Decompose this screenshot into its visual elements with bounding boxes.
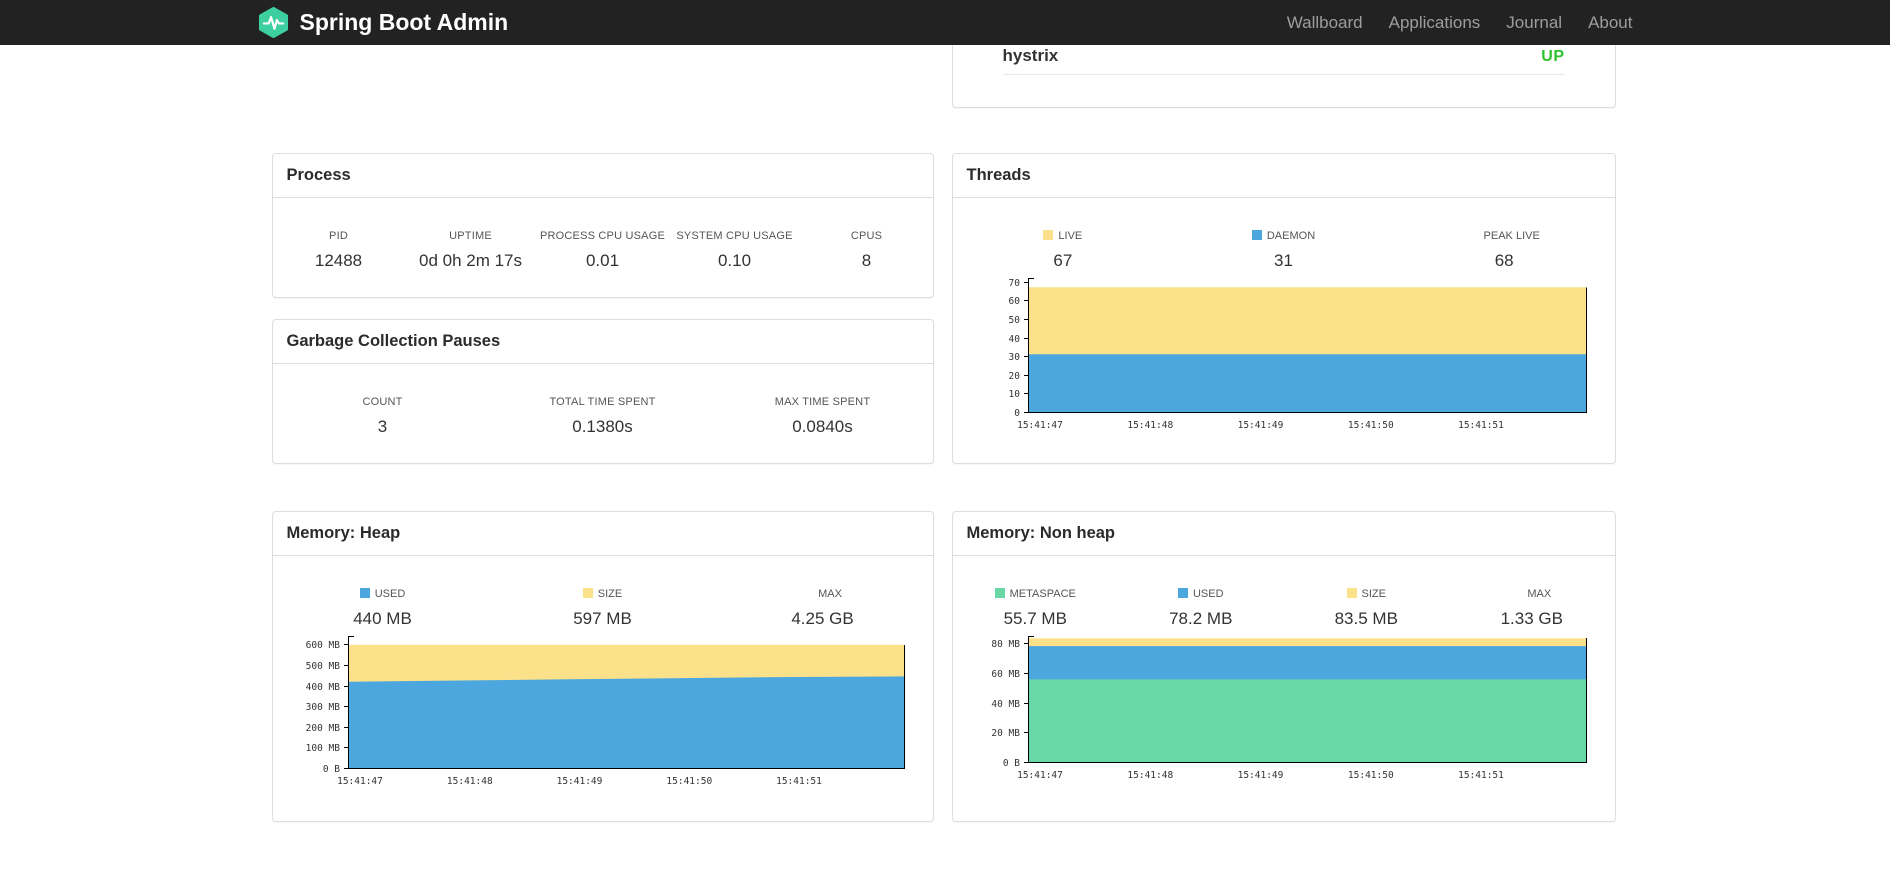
- memory-heap-legend: USED 440 MB SIZE 597 MB MAX 4.25 GB: [273, 556, 933, 629]
- svg-text:15:41:49: 15:41:49: [1237, 420, 1283, 431]
- stat-system-cpu-usage: SYSTEM CPU USAGE 0.10: [676, 230, 793, 270]
- nav-item-journal[interactable]: Journal: [1493, 0, 1575, 45]
- stat-gc-max-time: MAX TIME SPENT 0.0840s: [774, 396, 871, 436]
- navbar-links: Wallboard Applications Journal About: [1274, 0, 1633, 45]
- gc-panel: Garbage Collection Pauses COUNT 3 TOTAL …: [271, 319, 934, 464]
- process-panel: Process PID 12488 UPTIME 0d 0h 2m 17s PR…: [271, 153, 934, 298]
- svg-text:15:41:50: 15:41:50: [666, 776, 712, 787]
- svg-text:15:41:48: 15:41:48: [1127, 770, 1173, 781]
- live-swatch-icon: [1043, 230, 1054, 240]
- svg-text:70: 70: [1008, 278, 1020, 289]
- top-navbar: Spring Boot Admin Wallboard Applications…: [0, 0, 1890, 45]
- spring-boot-admin-logo-icon: [258, 7, 288, 38]
- svg-text:300 MB: 300 MB: [305, 702, 340, 713]
- svg-text:15:41:50: 15:41:50: [1347, 420, 1393, 431]
- stat-gc-count: COUNT 3: [362, 396, 403, 436]
- memory-heap-panel-title: Memory: Heap: [272, 512, 933, 556]
- svg-text:15:41:51: 15:41:51: [1458, 420, 1504, 431]
- used-swatch-icon: [1177, 588, 1188, 598]
- svg-text:15:41:51: 15:41:51: [776, 776, 822, 787]
- threads-legend: LIVE 67 DAEMON 31 PEAK LIVE 68: [953, 198, 1615, 271]
- memory-nonheap-legend: METASPACE 55.7 MB USED 78.2 MB SIZE 83.5…: [953, 556, 1615, 629]
- svg-text:40: 40: [1008, 334, 1020, 345]
- memory-heap-panel: Memory: Heap USED 440 MB SIZE 597 MB MAX…: [271, 511, 934, 822]
- memory-nonheap-chart: 0 B 20 MB 40 MB 60 MB 80 MB 15:41:47 15:41:48 1…: [953, 631, 1615, 793]
- svg-text:60: 60: [1008, 296, 1020, 307]
- gc-stats: COUNT 3 TOTAL TIME SPENT 0.1380s MAX TIM…: [273, 364, 933, 437]
- legend-heap-used: USED 440 MB: [353, 588, 412, 628]
- size-swatch-icon: [582, 588, 593, 598]
- svg-text:80 MB: 80 MB: [991, 639, 1020, 650]
- health-row: hystrix UP: [1003, 46, 1565, 66]
- svg-text:20: 20: [1008, 371, 1020, 382]
- svg-text:60 MB: 60 MB: [991, 669, 1020, 680]
- nav-item-applications[interactable]: Applications: [1376, 0, 1494, 45]
- svg-text:15:41:51: 15:41:51: [1458, 770, 1504, 781]
- svg-text:15:41:48: 15:41:48: [1127, 420, 1173, 431]
- stat-pid: PID 12488: [314, 230, 363, 270]
- status-badge: UP: [1541, 48, 1565, 65]
- svg-text:15:41:49: 15:41:49: [1237, 770, 1283, 781]
- svg-text:600 MB: 600 MB: [305, 640, 340, 651]
- stat-gc-total-time: TOTAL TIME SPENT 0.1380s: [549, 396, 656, 436]
- legend-heap-max: MAX 4.25 GB: [791, 588, 854, 628]
- navbar-container: Spring Boot Admin Wallboard Applications…: [258, 0, 1633, 45]
- threads-chart: 0 10 20 30 40 50 60 70 15:41:47 15:41:48 15:41:49 1…: [953, 273, 1615, 443]
- legend-live: LIVE 67: [953, 230, 1174, 271]
- svg-text:15:41:49: 15:41:49: [556, 776, 602, 787]
- daemon-swatch-icon: [1251, 230, 1262, 240]
- svg-text:500 MB: 500 MB: [305, 661, 340, 672]
- svg-text:15:41:47: 15:41:47: [337, 776, 383, 787]
- svg-text:10: 10: [1008, 389, 1020, 400]
- legend-heap-size: SIZE 597 MB: [573, 588, 632, 628]
- process-panel-title: Process: [272, 154, 933, 198]
- brand-title: Spring Boot Admin: [299, 9, 509, 35]
- svg-text:0 B: 0 B: [1002, 758, 1019, 769]
- process-stats: PID 12488 UPTIME 0d 0h 2m 17s PROCESS CP…: [273, 198, 933, 271]
- svg-text:400 MB: 400 MB: [305, 682, 340, 693]
- size-swatch-icon: [1346, 588, 1357, 598]
- stat-uptime: UPTIME 0d 0h 2m 17s: [418, 230, 522, 270]
- svg-text:30: 30: [1008, 352, 1020, 363]
- svg-text:100 MB: 100 MB: [305, 743, 340, 754]
- metaspace-swatch-icon: [994, 588, 1005, 598]
- divider: [1002, 74, 1565, 75]
- legend-peak-live: PEAK LIVE 68: [1483, 230, 1540, 270]
- svg-text:50: 50: [1008, 315, 1020, 326]
- svg-text:15:41:48: 15:41:48: [446, 776, 492, 787]
- used-swatch-icon: [359, 588, 370, 598]
- svg-text:0 B: 0 B: [322, 764, 339, 775]
- nav-item-about[interactable]: About: [1575, 0, 1632, 45]
- legend-metaspace: METASPACE 55.7 MB: [953, 588, 1119, 629]
- svg-text:15:41:50: 15:41:50: [1347, 770, 1393, 781]
- svg-text:40 MB: 40 MB: [991, 699, 1020, 710]
- page-content: hystrix UP Process PID 12488 UPTIME 0d 0…: [258, 0, 1633, 892]
- stat-process-cpu-usage: PROCESS CPU USAGE 0.01: [539, 230, 666, 270]
- memory-nonheap-panel-title: Memory: Non heap: [952, 512, 1615, 556]
- threads-panel-title: Threads: [952, 154, 1615, 198]
- legend-nonheap-used: USED 78.2 MB: [1169, 588, 1233, 628]
- stat-cpus: CPUS 8: [850, 230, 883, 270]
- legend-nonheap-max: MAX 1.33 GB: [1500, 588, 1563, 628]
- svg-text:15:41:47: 15:41:47: [1017, 420, 1063, 431]
- brand-link[interactable]: Spring Boot Admin: [258, 7, 509, 38]
- svg-text:20 MB: 20 MB: [991, 728, 1020, 739]
- memory-heap-chart: 0 B 100 MB 200 MB 300 MB 400 MB 500 MB 600 MB 1…: [273, 631, 933, 799]
- svg-text:200 MB: 200 MB: [305, 723, 340, 734]
- memory-nonheap-panel: Memory: Non heap METASPACE 55.7 MB USED …: [951, 511, 1616, 822]
- nav-item-wallboard[interactable]: Wallboard: [1274, 0, 1376, 45]
- legend-nonheap-size: SIZE 83.5 MB: [1334, 588, 1398, 628]
- svg-text:15:41:47: 15:41:47: [1017, 770, 1063, 781]
- svg-text:0: 0: [1014, 408, 1020, 419]
- health-indicator-name: hystrix: [1002, 46, 1059, 65]
- threads-panel: Threads LIVE 67 DAEMON 31 PEAK LIVE 68 0…: [951, 153, 1616, 464]
- gc-panel-title: Garbage Collection Pauses: [272, 320, 933, 364]
- legend-daemon: DAEMON 31: [1173, 230, 1394, 271]
